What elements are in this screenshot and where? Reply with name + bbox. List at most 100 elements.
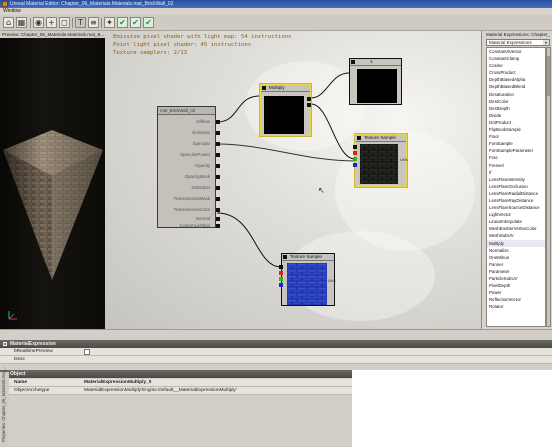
properties-side-tab[interactable]: Properties: Chapter_06_Materials.mat_... — [0, 365, 9, 447]
texture-sample-node-bottom[interactable]: Texture Sample UVs — [279, 253, 336, 306]
constant-node[interactable]: 1 — [349, 58, 402, 105]
axis-gizmo — [7, 309, 19, 322]
check-icon[interactable]: ✔ — [117, 17, 128, 28]
list-item[interactable]: Constant4Vector — [487, 48, 545, 55]
list-item-selected[interactable]: Multiply — [487, 239, 545, 247]
blue-pin[interactable] — [279, 283, 283, 287]
red-pin[interactable] — [353, 151, 357, 155]
expressions-scrollbar[interactable] — [546, 47, 551, 327]
pin-custom-lighting[interactable] — [216, 224, 220, 228]
multiply-output-pin[interactable] — [307, 103, 311, 107]
realtime-preview-checkbox[interactable] — [84, 349, 90, 355]
list-item[interactable]: FontSample — [487, 140, 545, 147]
group-material-expression[interactable]: MaterialExpression — [0, 340, 552, 348]
eye-icon[interactable]: ◉ — [33, 17, 44, 28]
check-icon[interactable]: ✔ — [130, 17, 141, 28]
list-item[interactable]: Parameter — [487, 268, 545, 275]
list-item[interactable]: ConstantClamp — [487, 55, 545, 62]
list-item[interactable]: Floor — [487, 133, 545, 140]
pin-diffuse[interactable] — [216, 120, 220, 124]
node-collapse-icon[interactable] — [283, 255, 287, 259]
wire — [216, 143, 356, 162]
node-collapse-icon[interactable] — [262, 86, 266, 90]
pin-opacity[interactable] — [216, 164, 220, 168]
list-item[interactable]: PixelDepth — [487, 282, 545, 289]
green-pin[interactable] — [279, 277, 283, 281]
list-item[interactable]: Fresnel — [487, 162, 545, 169]
list-item[interactable]: MeshSubUV — [487, 232, 545, 239]
list-item[interactable]: Panner — [487, 261, 545, 268]
texture-sample-node-top[interactable]: Texture Sample UVs — [353, 134, 408, 187]
list-item[interactable]: FontSampleParameter — [487, 147, 545, 154]
list-item[interactable]: DepthBiasedBlend — [487, 83, 545, 90]
blue-pin[interactable] — [353, 163, 357, 167]
list-item[interactable]: LensFlareOcclusion — [487, 183, 545, 190]
chevron-down-icon[interactable]: ▾ — [543, 40, 549, 45]
pin-opacity-mask[interactable] — [216, 175, 220, 179]
material-graph-canvas[interactable]: Emissive pixel shader with light map: 54… — [105, 31, 481, 329]
list-item[interactable]: Cosine — [487, 62, 545, 69]
scrollbar-thumb[interactable] — [547, 56, 550, 96]
list-item[interactable]: DestColor — [487, 98, 545, 105]
list-item[interactable]: DotProduct — [487, 119, 545, 126]
node-collapse-icon[interactable] — [357, 136, 361, 140]
list-item[interactable]: OneMinus — [487, 254, 545, 261]
preview-title: Preview: Chapter_06_Materials.Materials.… — [0, 31, 105, 38]
list-item[interactable]: LightVector — [487, 211, 545, 218]
check-icon[interactable]: ✔ — [143, 17, 154, 28]
list-item[interactable]: MeshEmitterVertexColor — [487, 225, 545, 232]
grid-icon[interactable]: ▦ — [16, 17, 27, 28]
list-item[interactable]: LensFlareIntensity — [487, 176, 545, 183]
cube-icon[interactable]: ◻ — [59, 17, 70, 28]
expressions-filter-dropdown[interactable]: Material Expressions ▾ — [486, 39, 550, 46]
plus-icon[interactable]: + — [46, 17, 57, 28]
expressions-panel-title: Material Expressions: Chapter_ — [486, 32, 551, 37]
wire — [216, 212, 282, 268]
pin-distortion[interactable] — [216, 186, 220, 190]
list-item[interactable]: ParticleSubUV — [487, 275, 545, 282]
toolbar-separator — [30, 18, 31, 28]
wire — [216, 95, 261, 123]
list-item[interactable]: If — [487, 169, 545, 176]
list-item[interactable]: LensFlareRayDistance — [487, 197, 545, 204]
multiply-node[interactable]: Multiply — [260, 84, 311, 136]
green-pin[interactable] — [353, 157, 357, 161]
list-item[interactable]: Frac — [487, 154, 545, 161]
list-item[interactable]: DestDepth — [487, 105, 545, 112]
texture-top-title: Texture Sample — [364, 135, 396, 140]
list-item[interactable]: LensFlareRadialDistance — [487, 190, 545, 197]
pin-emissive[interactable] — [216, 131, 220, 135]
material-node[interactable]: mat_BrickWall_02 Diffuse Emissive Specul… — [157, 106, 220, 228]
pin-transmission-mask[interactable] — [216, 197, 220, 201]
collapse-toggle-icon[interactable] — [3, 342, 7, 346]
pin-normal[interactable] — [216, 217, 220, 221]
list-item[interactable]: Normalize — [487, 247, 545, 254]
list-item[interactable]: Desaturation — [487, 91, 545, 98]
rgb-pin[interactable] — [353, 145, 357, 149]
apply-icon[interactable]: ✦ — [104, 17, 115, 28]
lines-icon[interactable]: ≡ — [88, 17, 99, 28]
list-item[interactable]: Divide — [487, 112, 545, 119]
list-item[interactable]: CrossProduct — [487, 69, 545, 76]
list-item[interactable]: DepthBiasedAlpha — [487, 76, 545, 83]
menu-window[interactable]: Window — [3, 8, 21, 14]
node-collapse-icon[interactable] — [351, 60, 355, 64]
multiply-output-pin[interactable] — [307, 97, 311, 101]
red-pin[interactable] — [279, 271, 283, 275]
pin-specular[interactable] — [216, 142, 220, 146]
text-icon[interactable]: T — [75, 17, 86, 28]
home-icon[interactable]: ⌂ — [3, 17, 14, 28]
list-item[interactable]: FlipBookSample — [487, 126, 545, 133]
list-item[interactable]: Rotator — [487, 303, 545, 310]
pin-transmission-color[interactable] — [216, 208, 220, 212]
list-item[interactable]: LinearInterpolate — [487, 218, 545, 225]
expressions-list[interactable]: Constant4Vector ConstantClamp Cosine Cro… — [486, 47, 546, 327]
wire — [310, 103, 356, 160]
list-item[interactable]: ReflectionVector — [487, 296, 545, 303]
preview-viewport[interactable]: Preview: Chapter_06_Materials.Materials.… — [0, 31, 105, 329]
rgb-pin[interactable] — [279, 265, 283, 269]
multiply-node-title: Multiply — [269, 85, 285, 90]
list-item[interactable]: Power — [487, 289, 545, 296]
list-item[interactable]: LensFlareSourceDistance — [487, 204, 545, 211]
pin-specular-power[interactable] — [216, 153, 220, 157]
